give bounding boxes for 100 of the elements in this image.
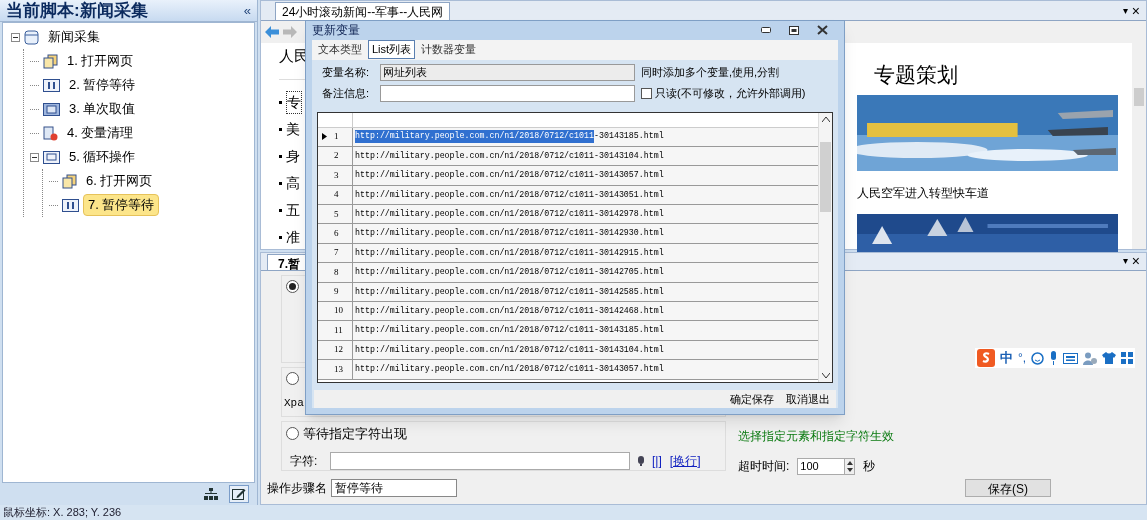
radio-button[interactable] xyxy=(286,372,299,385)
status-text: 鼠标坐标: X. 283; Y. 236 xyxy=(3,505,122,520)
dropdown-button[interactable]: ▾ xyxy=(1122,253,1128,268)
row-number: 10 xyxy=(334,304,343,318)
close-icon[interactable] xyxy=(817,25,828,36)
dialog-title: 更新变量 xyxy=(312,22,360,40)
tree-item[interactable]: 新闻采集 xyxy=(43,26,105,48)
step-name-field[interactable]: 暂停等待 xyxy=(331,479,457,497)
maximize-icon[interactable] xyxy=(789,25,799,35)
hint-text: 同时添加多个变量,使用,分割 xyxy=(641,64,780,80)
table-cell[interactable]: http://military.people.com.cn/n1/2018/0712/c1011-30143185.html xyxy=(353,321,664,340)
readonly-checkbox[interactable] xyxy=(641,87,652,99)
table-cell[interactable]: http://military.people.com.cn/n1/2018/0712/c1011-30143104.html xyxy=(353,146,664,166)
field-label: 操作步骤名 xyxy=(267,480,327,497)
banner-caption[interactable]: 人民空军进入转型快车道 xyxy=(857,184,1114,202)
dropdown-button[interactable]: ▾ xyxy=(1122,3,1128,18)
news-link[interactable]: 准 xyxy=(286,226,300,248)
news-link[interactable]: 专 xyxy=(286,90,302,114)
insert-link[interactable]: [换行] xyxy=(669,451,701,470)
row-number: 1 xyxy=(334,129,339,143)
shirt-icon[interactable] xyxy=(1102,352,1117,364)
microphone-icon[interactable] xyxy=(1049,351,1059,365)
xpath-label: Xpa xyxy=(284,396,304,411)
table-cell[interactable]: http://military.people.com.cn/n1/2018/0712/c1011-30143057.html xyxy=(353,360,664,379)
tree-item[interactable]: 5. 循环操作 xyxy=(64,146,141,168)
scrollbar[interactable] xyxy=(818,112,832,382)
input-field[interactable] xyxy=(330,451,630,470)
scroll-up-icon[interactable] xyxy=(821,116,830,122)
tree-item[interactable]: 2. 暂停等待 xyxy=(64,74,141,96)
collapse-toggle[interactable] xyxy=(30,152,39,162)
table-cell[interactable]: http://military.people.com.cn/n1/2018/0712/c1011-30142978.html xyxy=(353,205,664,224)
row-number: 11 xyxy=(334,323,343,337)
grid-icon[interactable] xyxy=(1121,352,1134,364)
table-cell[interactable]: http://military.people.com.cn/n1/2018/0712/c1011-30142705.html xyxy=(353,263,664,282)
hierarchy-button[interactable] xyxy=(201,485,221,503)
insert-link[interactable]: [|] xyxy=(652,451,662,470)
input-mode[interactable]: 中 xyxy=(1000,348,1013,368)
row-number: 7 xyxy=(334,246,339,260)
number-spinner[interactable]: 100 xyxy=(797,457,856,475)
dialog-tab[interactable]: 计数器变量 xyxy=(417,40,481,59)
news-link[interactable]: 高 xyxy=(286,172,300,194)
collapse-button[interactable]: « xyxy=(243,0,251,21)
keyboard-icon[interactable] xyxy=(1063,352,1079,364)
confirm-button[interactable]: 确定保存 xyxy=(730,390,774,407)
checkbox-label: 只读(不可修改，允许外部调用) xyxy=(655,85,806,101)
radio-button[interactable] xyxy=(286,280,299,293)
tree-item[interactable]: 3. 单次取值 xyxy=(64,98,141,120)
pages-icon xyxy=(62,173,77,189)
tree-item[interactable]: 6. 打开网页 xyxy=(81,170,158,192)
frame-icon xyxy=(43,102,60,116)
pin-icon xyxy=(638,455,644,466)
note-field[interactable] xyxy=(380,84,635,102)
table-cell[interactable]: http://military.people.com.cn/n1/2018/0712/c1011-30142915.html xyxy=(353,243,664,263)
database-icon xyxy=(24,29,39,45)
field-label: 字符: xyxy=(290,452,319,470)
radio-button[interactable] xyxy=(286,427,299,441)
tree-item[interactable]: 7. 暂停等待 xyxy=(83,194,160,216)
hint-text: 选择指定元素和指定字符生效 xyxy=(738,428,894,445)
row-number: 12 xyxy=(334,343,343,357)
table-cell[interactable]: http://military.people.com.cn/n1/2018/0712/c1011-30142585.html xyxy=(353,282,664,301)
user-icon[interactable] xyxy=(1083,351,1098,365)
radio-label: 等待指定字符出现 xyxy=(303,425,407,443)
table-cell[interactable]: http://military.people.com.cn/n1/2018/0712/c1011-30143057.html xyxy=(353,166,664,185)
row-number: 4 xyxy=(334,188,339,202)
pages-icon xyxy=(43,53,58,69)
close-button[interactable]: × xyxy=(1131,253,1140,268)
row-number: 5 xyxy=(334,207,339,221)
section-heading: 专题策划 xyxy=(873,62,959,88)
close-button[interactable]: × xyxy=(1131,3,1140,18)
news-link[interactable]: 美 xyxy=(286,118,300,140)
collapse-toggle[interactable] xyxy=(11,32,20,42)
tree-item[interactable]: 4. 变量清理 xyxy=(62,122,139,144)
table-cell[interactable]: http://military.people.com.cn/n1/2018/0712/c1011-30142930.html xyxy=(353,224,664,243)
back-arrow-icon[interactable] xyxy=(265,26,279,38)
row-number: 9 xyxy=(334,285,339,299)
edit-button[interactable] xyxy=(229,485,249,503)
row-number: 6 xyxy=(334,226,339,240)
field-label: 备注信息: xyxy=(322,85,371,101)
table-cell[interactable]: http://military.people.com.cn/n1/2018/0712/c1011-30143051.html xyxy=(353,185,664,205)
smiley-icon[interactable] xyxy=(1031,351,1045,365)
news-link[interactable]: 身 xyxy=(286,145,300,167)
browser-tab[interactable]: 24小时滚动新闻--军事--人民网 xyxy=(275,2,451,20)
pause-icon xyxy=(43,78,60,92)
dialog-tab[interactable]: 文本类型 xyxy=(314,40,366,59)
scroll-thumb[interactable] xyxy=(820,142,831,212)
unit-label: 秒 xyxy=(863,458,876,475)
dialog-tab[interactable]: List列表 xyxy=(368,40,416,59)
tree-item[interactable]: 1. 打开网页 xyxy=(62,50,139,72)
punctuation-mode[interactable]: °, xyxy=(1018,349,1027,367)
row-number: 8 xyxy=(334,265,339,279)
table-cell[interactable]: http://military.people.com.cn/n1/2018/0712/c1011-30143104.html xyxy=(353,340,664,360)
minimize-icon[interactable] xyxy=(761,27,771,34)
scroll-down-icon[interactable] xyxy=(821,372,830,378)
table-cell[interactable]: http://military.people.com.cn/n1/2018/0712/c1011-30142468.html xyxy=(353,302,664,321)
name-field[interactable]: 网址列表 xyxy=(380,63,635,81)
cancel-button[interactable]: 取消退出 xyxy=(786,390,830,407)
save-button[interactable]: 保存(S) xyxy=(965,479,1051,497)
news-link[interactable]: 五 xyxy=(286,199,300,221)
scrollbar[interactable] xyxy=(1132,43,1146,249)
field-label: 变量名称: xyxy=(322,64,371,80)
